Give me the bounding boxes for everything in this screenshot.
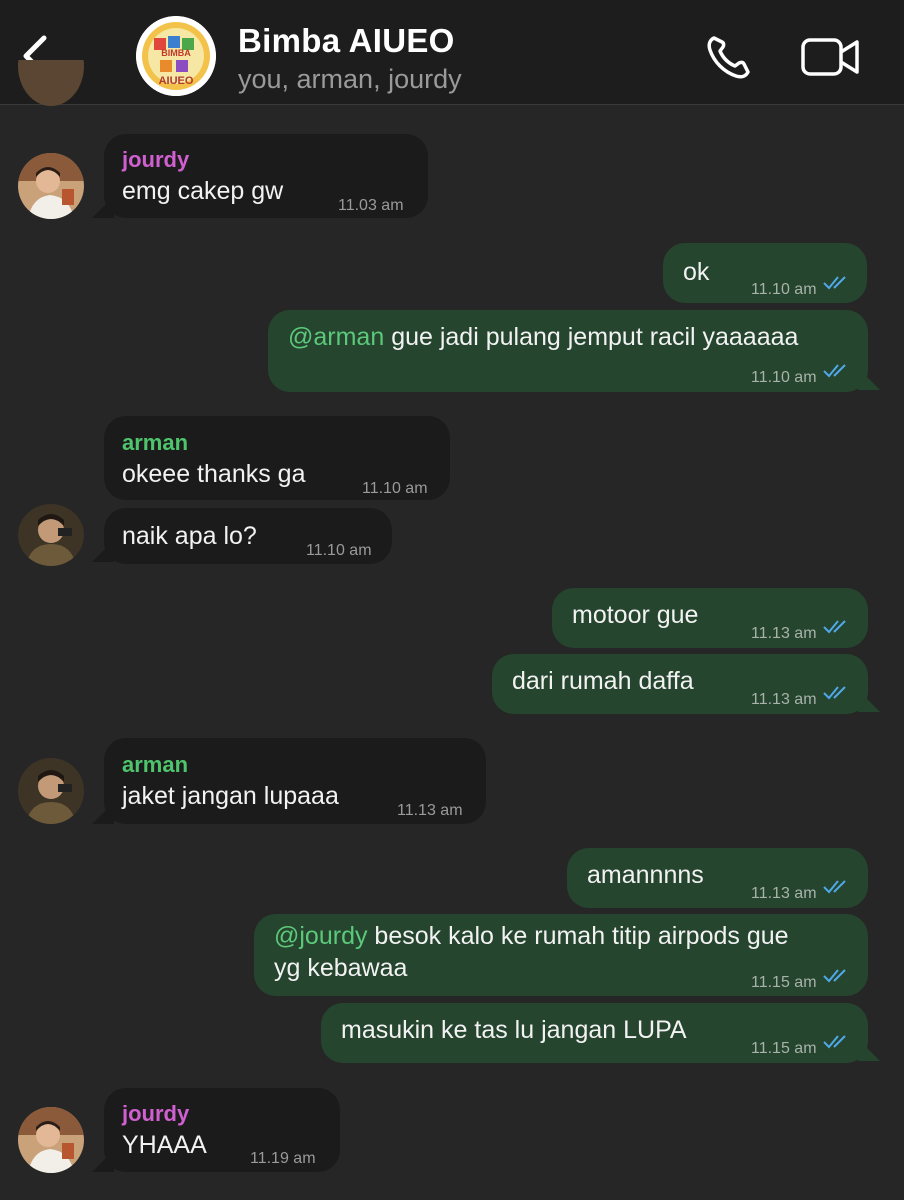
message-text: naik apa lo?	[122, 522, 257, 550]
message-bubble[interactable]: dari rumah daffa 11.13 am	[492, 654, 868, 714]
chat-title[interactable]: Bimba AIUEO	[238, 22, 455, 60]
message-bubble[interactable]: arman jaket jangan lupaaa 11.13 am	[104, 738, 486, 824]
message-time: 11.15 am	[751, 974, 817, 991]
message-text: jaket jangan lupaaa	[122, 782, 339, 810]
sender-name[interactable]: arman	[122, 749, 188, 781]
message-text: @jourdy besok kalo ke rumah titip airpod…	[274, 922, 789, 950]
message-text: amannnns	[587, 861, 704, 889]
bimba-logo-icon: BIMBA AIUEO	[136, 16, 216, 96]
message-bubble[interactable]: motoor gue 11.13 am	[552, 588, 868, 648]
message-text: YHAAA	[122, 1131, 207, 1159]
mention[interactable]: @jourdy	[274, 922, 367, 950]
jourdy-avatar[interactable]	[18, 1107, 84, 1173]
sender-name[interactable]: jourdy	[122, 1098, 189, 1130]
message-bubble[interactable]: ok 11.10 am	[663, 243, 867, 303]
message-text: masukin ke tas lu jangan LUPA	[341, 1016, 687, 1044]
message-time: 11.19 am	[250, 1150, 316, 1167]
read-receipt-icon	[823, 364, 846, 378]
message-bubble[interactable]: masukin ke tas lu jangan LUPA 11.15 am	[321, 1003, 868, 1063]
phone-icon	[707, 36, 750, 79]
message-text: dari rumah daffa	[512, 667, 694, 695]
arman-avatar[interactable]	[18, 504, 84, 566]
arman-avatar[interactable]	[18, 758, 84, 824]
message-time: 11.13 am	[751, 625, 817, 642]
message-time: 11.03 am	[338, 197, 404, 214]
message-text: motoor gue	[572, 601, 699, 629]
jourdy-avatar[interactable]	[18, 153, 84, 219]
sender-name[interactable]: arman	[122, 427, 188, 459]
message-time: 11.13 am	[751, 885, 817, 902]
read-receipt-icon	[823, 620, 846, 634]
video-call-button[interactable]	[800, 36, 862, 78]
message-time: 11.10 am	[362, 480, 428, 497]
message-bubble[interactable]: @jourdy besok kalo ke rumah titip airpod…	[254, 914, 868, 996]
message-bubble[interactable]: jourdy emg cakep gw 11.03 am	[104, 134, 428, 218]
message-time: 11.15 am	[751, 1040, 817, 1057]
read-receipt-icon	[823, 1035, 846, 1049]
message-time: 11.10 am	[751, 369, 817, 386]
message-time: 11.13 am	[397, 802, 463, 819]
mention[interactable]: @arman	[288, 323, 384, 351]
read-receipt-icon	[823, 686, 846, 700]
message-text-line2: yg kebawaa	[274, 954, 408, 982]
message-text: emg cakep gw	[122, 177, 284, 205]
message-text: okeee thanks ga	[122, 460, 306, 488]
message-time: 11.10 am	[306, 542, 372, 559]
message-bubble[interactable]: arman okeee thanks ga 11.10 am	[104, 416, 450, 500]
read-receipt-icon	[823, 969, 846, 983]
message-bubble[interactable]: @arman gue jadi pulang jemput racil yaaa…	[268, 310, 868, 392]
message-bubble[interactable]: naik apa lo? 11.10 am	[104, 508, 392, 564]
message-bubble[interactable]: amannnns 11.13 am	[567, 848, 868, 908]
chat-header: BIMBA AIUEO Bimba AIUEO you, arman, jour…	[0, 0, 904, 105]
svg-text:BIMBA: BIMBA	[161, 48, 191, 58]
read-receipt-icon	[823, 276, 846, 290]
group-avatar[interactable]: BIMBA AIUEO	[136, 16, 216, 96]
voice-call-button[interactable]	[704, 32, 756, 82]
message-bubble[interactable]: jourdy YHAAA 11.19 am	[104, 1088, 340, 1172]
sender-name[interactable]: jourdy	[122, 144, 189, 176]
message-time: 11.13 am	[751, 691, 817, 708]
chat-participants[interactable]: you, arman, jourdy	[238, 64, 462, 95]
svg-text:AIUEO: AIUEO	[159, 75, 194, 87]
video-camera-icon	[801, 38, 859, 76]
message-text: ok	[683, 258, 710, 286]
read-receipt-icon	[823, 880, 846, 894]
message-text: @arman gue jadi pulang jemput racil yaaa…	[288, 323, 799, 351]
message-time: 11.10 am	[751, 281, 817, 298]
